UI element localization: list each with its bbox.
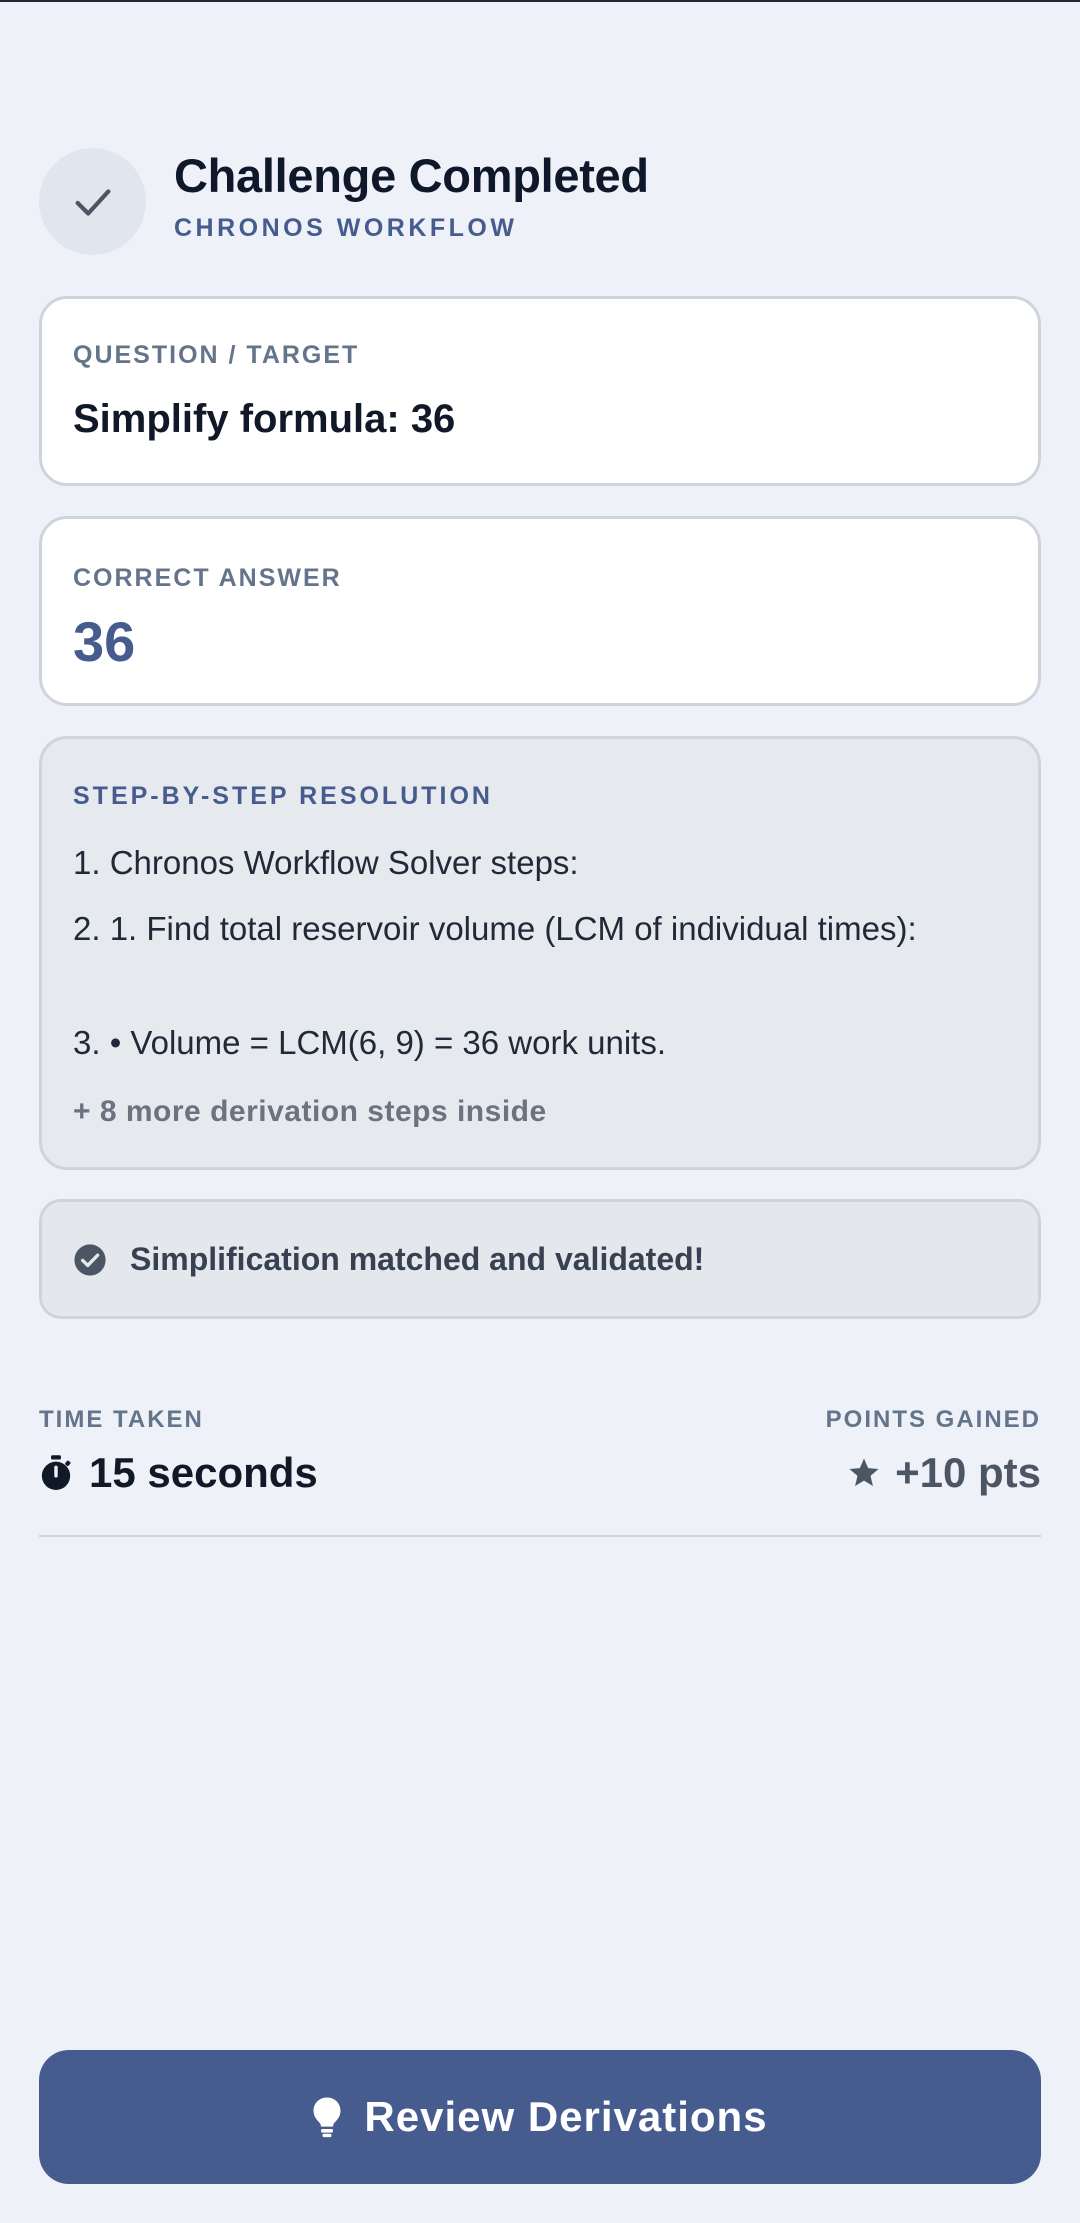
star-icon — [849, 1458, 879, 1487]
check-circle-icon — [74, 1244, 106, 1276]
resolution-step: 3. • Volume = LCM(6, 9) = 36 work units. — [73, 1024, 666, 1061]
time-taken-value: 15 seconds — [89, 1449, 318, 1496]
resolution-label: STEP-BY-STEP RESOLUTION — [73, 782, 493, 810]
resolution-step: 2. 1. Find total reservoir volume (LCM o… — [73, 910, 917, 947]
stopwatch-icon — [41, 1455, 71, 1490]
stats-divider — [39, 1535, 1041, 1537]
points-gained-stat: +10 pts — [847, 1448, 1041, 1498]
validation-text: Simplification matched and validated! — [130, 1241, 705, 1277]
resolution-card: STEP-BY-STEP RESOLUTION 1. Chronos Workf… — [39, 736, 1041, 1170]
page-subtitle: CHRONOS WORKFLOW — [174, 214, 518, 242]
question-label: QUESTION / TARGET — [73, 341, 360, 369]
result-header: Challenge Completed CHRONOS WORKFLOW — [39, 148, 1041, 256]
validation-banner: Simplification matched and validated! — [39, 1199, 1041, 1319]
challenge-result-screen: Challenge Completed CHRONOS WORKFLOW QUE… — [0, 0, 1080, 2223]
more-steps-link[interactable]: + 8 more derivation steps inside — [73, 1095, 547, 1129]
resolution-step: 1. Chronos Workflow Solver steps: — [73, 844, 579, 881]
question-value: Simplify formula: 36 — [73, 397, 456, 441]
points-gained-value: +10 pts — [895, 1449, 1041, 1496]
time-taken-stat: 15 seconds — [39, 1448, 318, 1498]
completion-badge — [39, 148, 146, 255]
answer-value: 36 — [73, 610, 136, 673]
page-title: Challenge Completed — [174, 149, 649, 202]
review-derivations-button[interactable]: Review Derivations — [39, 2050, 1041, 2184]
answer-card: CORRECT ANSWER 36 — [39, 516, 1041, 706]
top-edge-line — [0, 0, 1080, 2]
lightbulb-icon — [313, 2097, 341, 2138]
question-card: QUESTION / TARGET Simplify formula: 36 — [39, 296, 1041, 486]
check-icon — [75, 188, 110, 216]
answer-label: CORRECT ANSWER — [73, 564, 342, 592]
review-derivations-label: Review Derivations — [364, 2093, 768, 2140]
time-taken-label: TIME TAKEN — [39, 1406, 204, 1433]
points-gained-label: POINTS GAINED — [825, 1406, 1041, 1433]
